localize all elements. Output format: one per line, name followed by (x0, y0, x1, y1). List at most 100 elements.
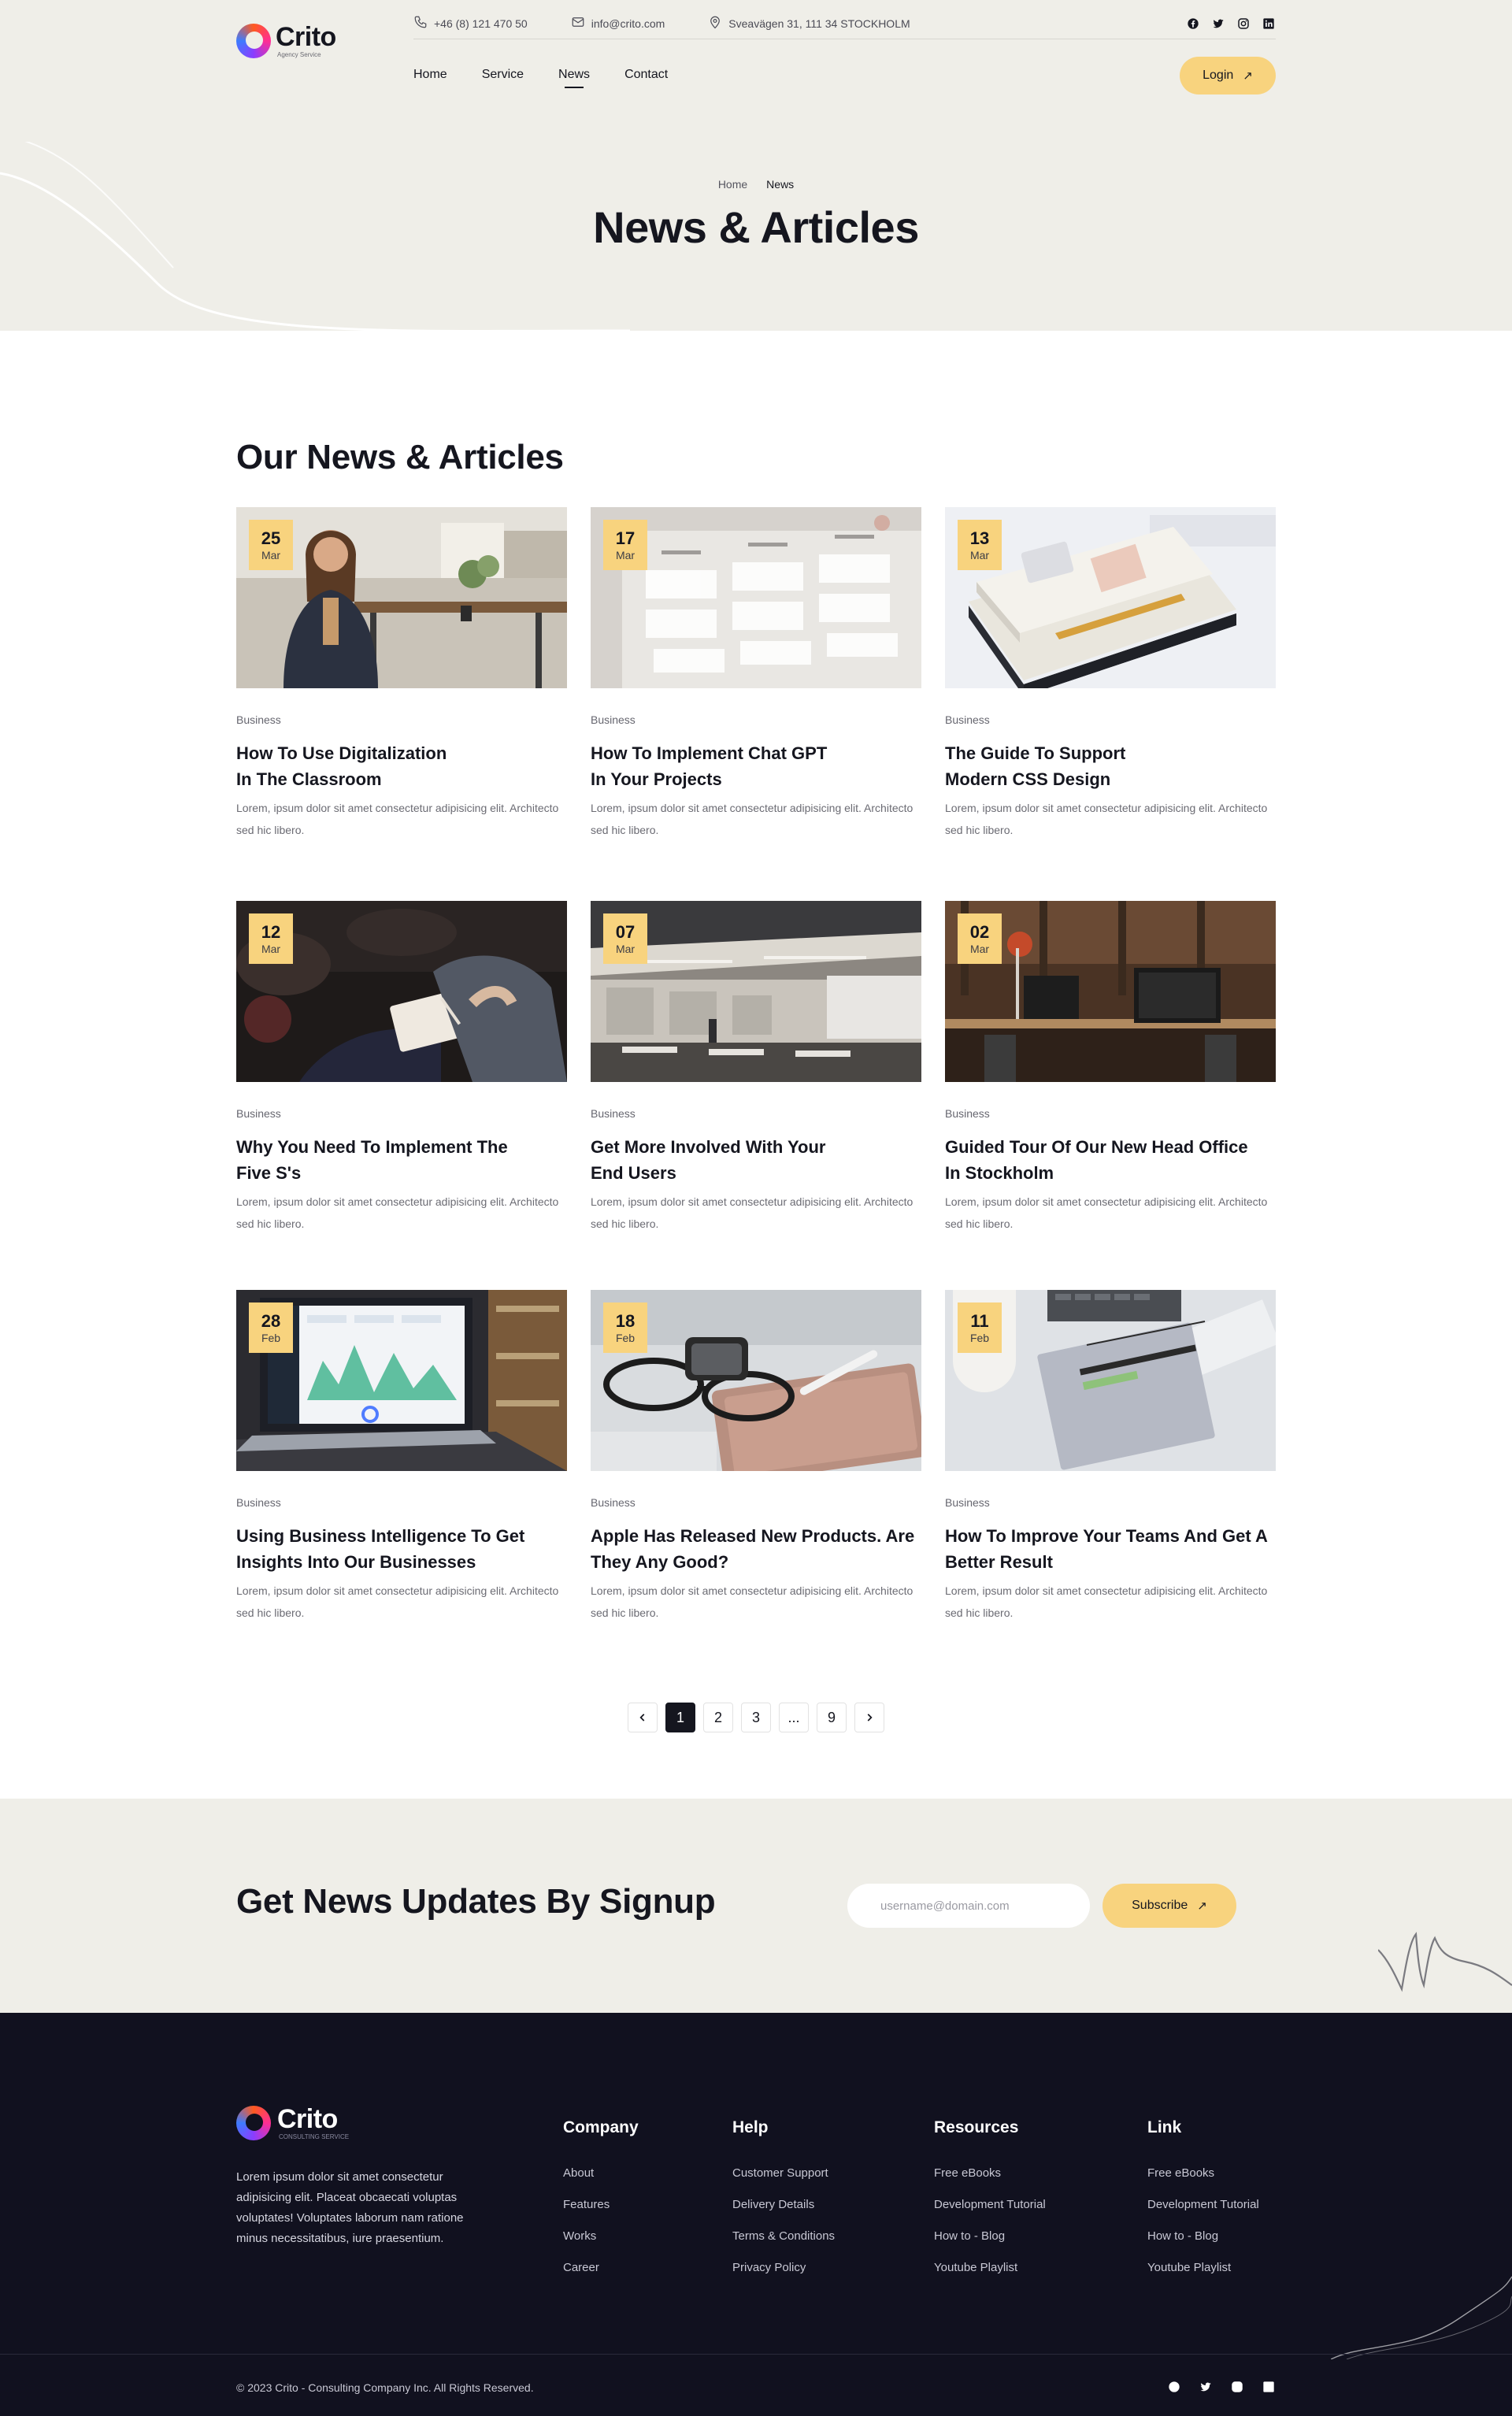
location-pin-icon (708, 15, 722, 31)
linkedin-icon[interactable] (1262, 17, 1276, 31)
date-month: Feb (969, 1331, 990, 1344)
nav-home[interactable]: Home (413, 68, 447, 87)
article-image[interactable]: 11 Feb (945, 1290, 1276, 1471)
article-category[interactable]: Business (591, 1496, 921, 1509)
article-card[interactable]: 07 Mar Business Get More Involved With Your… (591, 901, 921, 1290)
article-excerpt: Lorem, ipsum dolor sit amet consectetur … (591, 802, 914, 836)
article-card[interactable]: 17 Mar Business How To Implement Chat GPT I… (591, 507, 921, 901)
article-category[interactable]: Business (591, 713, 921, 726)
phone-text: +46 (8) 121 470 50 (434, 17, 528, 30)
contact-address[interactable]: Sveavägen 31, 111 34 STOCKHOLM (708, 15, 910, 31)
date-day: 02 (969, 921, 990, 942)
date-badge: 28 Feb (249, 1302, 293, 1353)
news-section: Our News & Articles 25 Mar Business How To … (0, 331, 1512, 1799)
article-category[interactable]: Business (236, 1496, 567, 1509)
page-2-button[interactable]: 2 (703, 1703, 733, 1732)
article-image[interactable]: 07 Mar (591, 901, 921, 1082)
date-day: 11 (970, 1310, 989, 1331)
twitter-icon[interactable] (1199, 2380, 1213, 2394)
instagram-icon[interactable] (1236, 17, 1251, 31)
instagram-icon[interactable] (1230, 2380, 1244, 2394)
main-nav: Home Service News Contact (413, 68, 668, 87)
article-title[interactable]: Get More Involved With Your End Users (591, 1134, 921, 1186)
article-title[interactable]: How To Use Digitalization In The Classro… (236, 740, 567, 792)
section-title: Our News & Articles (236, 438, 564, 476)
newsletter-section: Get News Updates By Signup Subscribe ↗ (0, 1799, 1512, 2013)
arrow-up-right-icon: ↗ (1243, 69, 1253, 83)
article-title[interactable]: Using Business Intelligence To Get Insig… (236, 1523, 567, 1575)
article-card[interactable]: 12 Mar Business Why You Need To Implement T… (236, 901, 567, 1290)
article-title[interactable]: Apple Has Released New Products. Are The… (591, 1523, 921, 1575)
date-month: Mar (615, 548, 636, 561)
article-title[interactable]: How To Implement Chat GPT In Your Projec… (591, 740, 921, 792)
article-card[interactable]: 02 Mar Business Guided Tour Of Our New Head… (945, 901, 1276, 1290)
article-category[interactable]: Business (945, 713, 1276, 726)
article-image[interactable]: 28 Feb (236, 1290, 567, 1471)
article-image[interactable]: 25 Mar (236, 507, 567, 688)
article-category[interactable]: Business (945, 1496, 1276, 1509)
article-category[interactable]: Business (236, 713, 567, 726)
date-month: Mar (615, 942, 636, 955)
article-card[interactable]: 13 Mar Business The Guide To Support Modern… (945, 507, 1276, 901)
date-month: Mar (261, 548, 281, 561)
article-category[interactable]: Business (591, 1107, 921, 1120)
article-card[interactable]: 11 Feb Business How To Improve Your Teams A… (945, 1290, 1276, 1679)
facebook-icon[interactable] (1167, 2380, 1181, 2394)
article-image[interactable]: 02 Mar (945, 901, 1276, 1082)
page-1-button[interactable]: 1 (665, 1703, 695, 1732)
decorative-squiggle (1378, 1932, 1512, 1992)
header-socials (1186, 17, 1276, 31)
page-ellipsis: ... (779, 1703, 809, 1732)
contact-phone[interactable]: +46 (8) 121 470 50 (413, 15, 528, 31)
login-label: Login (1203, 69, 1234, 82)
contact-bar: +46 (8) 121 470 50 info@crito.com Sveavä… (413, 8, 1276, 39)
brand-name: Crito (276, 22, 336, 52)
login-button[interactable]: Login ↗ (1180, 57, 1276, 94)
date-badge: 07 Mar (603, 913, 647, 964)
prev-page-button[interactable] (628, 1703, 658, 1732)
chevron-right-icon (867, 1714, 873, 1721)
nav-contact[interactable]: Contact (624, 68, 668, 87)
article-image[interactable]: 17 Mar (591, 507, 921, 688)
articles-grid: 25 Mar Business How To Use Digitalization I… (236, 507, 1276, 1679)
article-category[interactable]: Business (945, 1107, 1276, 1120)
article-title[interactable]: The Guide To Support Modern CSS Design (945, 740, 1276, 792)
subscribe-button[interactable]: Subscribe ↗ (1102, 1884, 1236, 1928)
nav-news[interactable]: News (558, 68, 590, 87)
facebook-icon[interactable] (1186, 17, 1200, 31)
next-page-button[interactable] (854, 1703, 884, 1732)
date-day: 17 (615, 528, 636, 548)
date-badge: 12 Mar (249, 913, 293, 964)
article-image[interactable]: 12 Mar (236, 901, 567, 1082)
breadcrumb-home[interactable]: Home (718, 178, 747, 191)
date-month: Mar (261, 942, 281, 955)
article-image[interactable]: 13 Mar (945, 507, 1276, 688)
article-image[interactable]: 18 Feb (591, 1290, 921, 1471)
page-3-button[interactable]: 3 (741, 1703, 771, 1732)
article-card[interactable]: 28 Feb Business Using Business Intelligence… (236, 1290, 567, 1679)
article-card[interactable]: 25 Mar Business How To Use Digitalization I… (236, 507, 567, 901)
newsletter-email-input[interactable] (847, 1884, 1090, 1928)
date-day: 25 (261, 528, 281, 548)
date-badge: 25 Mar (249, 520, 293, 570)
twitter-icon[interactable] (1211, 17, 1225, 31)
logo[interactable]: Crito Agency Service (236, 24, 336, 58)
decorative-swoosh (1331, 2276, 1512, 2359)
date-month: Mar (969, 548, 990, 561)
article-title[interactable]: Guided Tour Of Our New Head Office In St… (945, 1134, 1276, 1186)
article-title[interactable]: Why You Need To Implement The Five S's (236, 1134, 567, 1186)
article-excerpt: Lorem, ipsum dolor sit amet consectetur … (945, 1195, 1268, 1230)
contact-email[interactable]: info@crito.com (571, 15, 665, 31)
linkedin-icon[interactable] (1262, 2380, 1276, 2394)
nav-service[interactable]: Service (482, 68, 524, 87)
article-category[interactable]: Business (236, 1107, 567, 1120)
page-9-button[interactable]: 9 (817, 1703, 847, 1732)
article-card[interactable]: 18 Feb Business Apple Has Released New Prod… (591, 1290, 921, 1679)
brand-tagline: Agency Service (277, 51, 321, 58)
date-badge: 17 Mar (603, 520, 647, 570)
article-title[interactable]: How To Improve Your Teams And Get A Bett… (945, 1523, 1276, 1575)
article-excerpt: Lorem, ipsum dolor sit amet consectetur … (945, 802, 1268, 836)
article-excerpt: Lorem, ipsum dolor sit amet consectetur … (236, 1195, 559, 1230)
newsletter-form: Subscribe ↗ (847, 1884, 1236, 1928)
page-title: News & Articles (593, 202, 919, 252)
